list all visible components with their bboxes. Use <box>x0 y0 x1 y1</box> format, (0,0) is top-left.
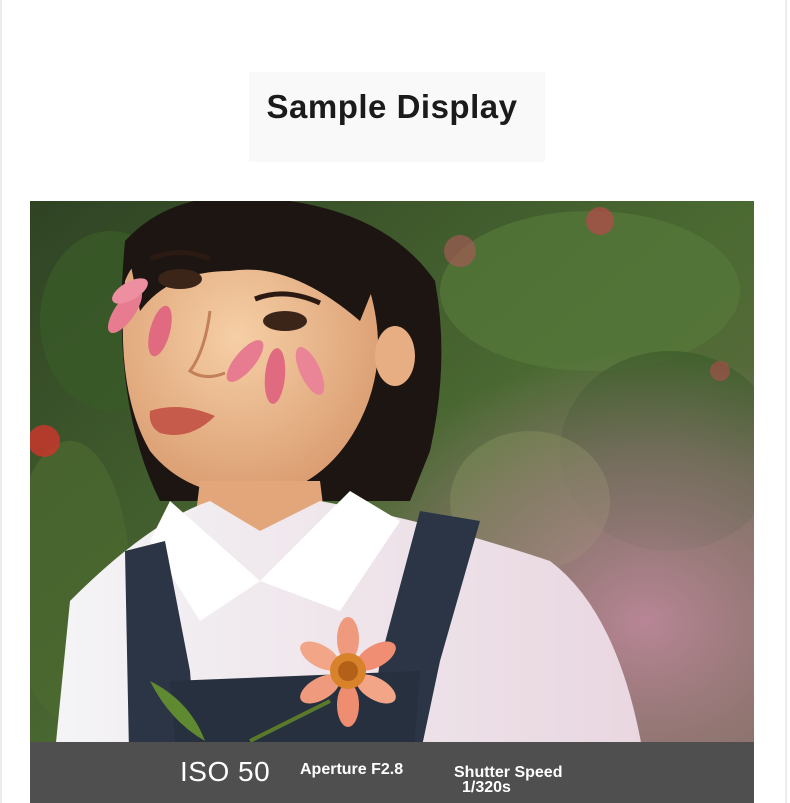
iso-value: ISO 50 <box>180 756 271 787</box>
aperture-value: Aperture F2.8 <box>300 761 404 778</box>
shutter-speed-value: 1/320s <box>462 779 511 796</box>
right-border <box>785 0 787 803</box>
page-title: Sample Display <box>266 88 518 125</box>
sample-photo <box>30 201 754 803</box>
portrait-illustration <box>30 201 754 803</box>
exif-info-bar: ISO 50 Aperture F2.8 Shutter Speed 1/320… <box>30 742 754 803</box>
page: Sample Display ISO 50 Aperture F2.8 Shut… <box>0 0 790 803</box>
